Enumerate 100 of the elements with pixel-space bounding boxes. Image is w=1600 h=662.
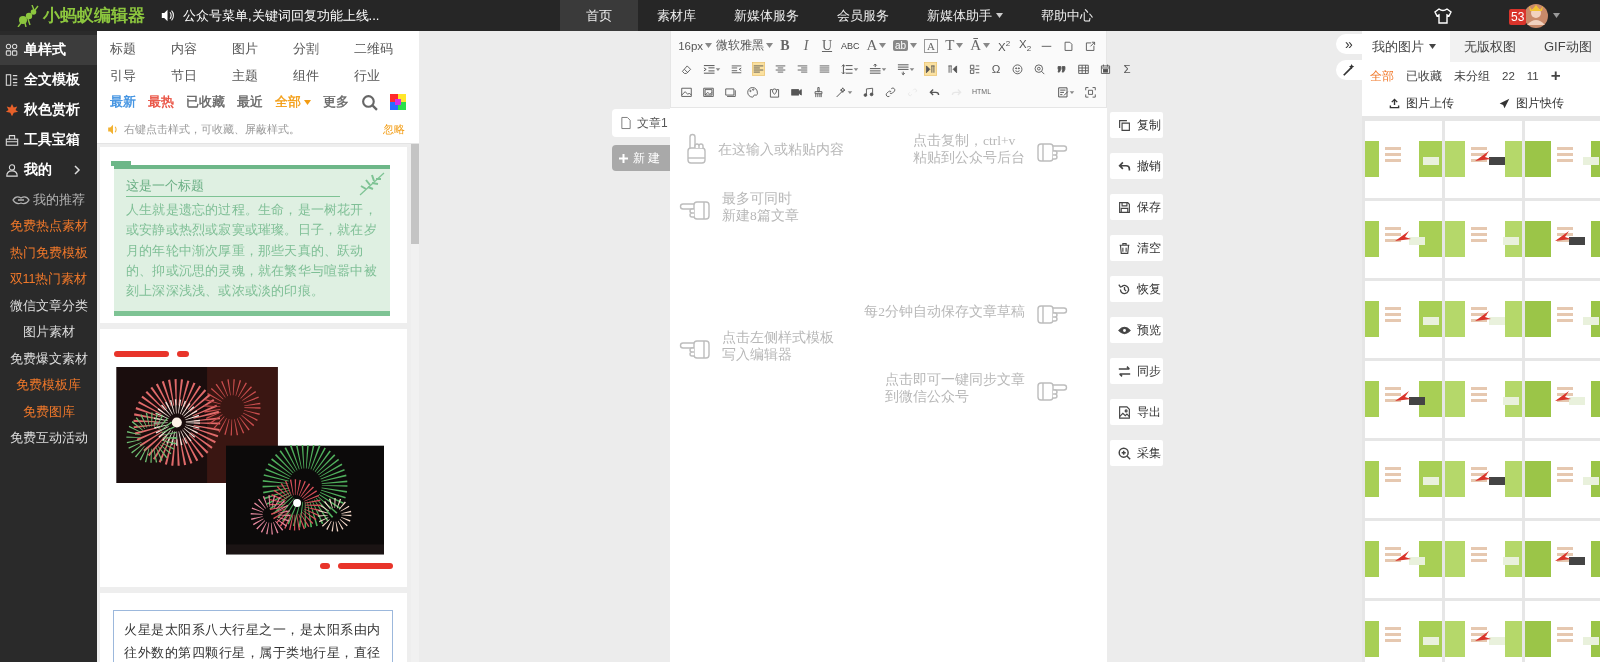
nav-item[interactable]: 新媒体助手 [908,0,1022,31]
dropdown[interactable]: Ā [968,35,992,56]
paper-plane-icon[interactable] [1498,97,1510,109]
image-filter[interactable]: 11 [1526,70,1539,82]
image-tab[interactable]: 我的图片 [1362,31,1450,62]
style-card[interactable] [100,329,407,587]
filter-tab[interactable]: 最近 [237,93,263,111]
sidebar-link[interactable]: 免费爆文素材 [9,346,88,373]
action-button[interactable]: 恢复 [1110,276,1163,302]
image-filter[interactable]: + [1550,66,1561,86]
nav-item[interactable]: 帮助中心 [1022,0,1112,31]
format-toggle[interactable]: X$_{2}$ [1016,35,1034,56]
expand-button[interactable]: » [1336,34,1362,54]
action-button[interactable]: 撤销 [1110,153,1163,179]
swap-arrows-icon[interactable] [1118,364,1131,378]
sidebar-item[interactable]: 工具宝箱 [0,125,97,155]
nav-item[interactable]: 会员服务 [818,0,908,31]
sidebar-link[interactable]: 热门免费模板 [9,240,88,267]
image-tab[interactable]: GIF动图 [1530,31,1600,62]
category-tab[interactable]: 内容 [168,36,229,61]
upload-icon[interactable] [1388,97,1400,109]
format-toggle[interactable]: I [797,35,815,56]
sidebar-link[interactable]: 我的推荐 [12,187,85,214]
ant-logo-icon[interactable] [16,4,40,27]
nav-item[interactable]: 素材库 [638,0,715,31]
dropdown[interactable]: A [864,35,889,56]
zoom-in-icon[interactable] [1118,446,1131,460]
category-tab[interactable]: 二维码 [351,36,412,61]
category-tab[interactable]: 图片 [229,36,290,61]
upload-button[interactable]: 图片快传 [1498,95,1564,111]
sidebar-link[interactable]: 双11热门素材 [9,266,88,293]
sidebar-link[interactable]: 免费互动活动 [9,425,88,452]
document-icon[interactable] [620,116,632,130]
copy-icon[interactable] [1118,118,1131,132]
sidebar-link[interactable]: 免费模板库 [16,372,81,399]
search-icon[interactable] [361,93,378,111]
nav-item[interactable]: 首页 [560,0,638,31]
format-toggle[interactable]: Σ [1118,58,1136,79]
color-palette-icon[interactable] [390,94,406,110]
image-filter[interactable]: 已收藏 [1406,68,1442,84]
format-toggle[interactable]: B [776,35,794,56]
speaker-icon[interactable] [160,9,175,22]
dropdown[interactable]: 微软雅黑 [716,35,773,56]
category-tab[interactable]: 主题 [229,63,290,88]
filter-tab[interactable]: 更多 [323,93,349,111]
image-export-icon[interactable] [1118,405,1131,419]
avatar-icon[interactable] [1523,2,1549,29]
magic-wand-icon[interactable] [1342,63,1356,77]
category-tab[interactable]: 分割 [290,36,351,61]
filter-tab[interactable]: 最热 [148,93,174,111]
action-button[interactable]: 清空 [1110,235,1163,261]
shirt-icon[interactable] [1433,6,1453,25]
sidebar-item[interactable]: 全文模板 [0,65,97,95]
caret-icon[interactable] [1553,13,1560,18]
chevron-right-icon[interactable] [73,165,81,175]
category-tab[interactable]: 引导 [107,63,168,88]
style-card[interactable]: 火星是太阳系八大行星之一，是太阳系由内往外数的第四颗行星，属于类地行星，直径 [100,593,407,662]
sidebar-link[interactable]: 微信文章分类 [9,293,88,320]
grid-icon[interactable] [5,43,19,57]
sidebar-item[interactable]: 秋色赏析 [0,95,97,125]
magic-wand-button[interactable] [1336,60,1362,80]
filter-tab[interactable]: 已收藏 [186,93,225,111]
caret-icon[interactable] [1429,44,1436,49]
action-button[interactable]: 采集 [1110,440,1163,466]
dropdown[interactable]: T [943,35,966,56]
sidebar-link[interactable]: 免费热点素材 [9,213,88,240]
image-filter[interactable]: 22 [1502,70,1515,82]
user-icon[interactable] [5,163,19,177]
announcement-text[interactable]: 公众号菜单,关键词回复功能上线... [183,6,380,25]
image-tab[interactable]: 无版权图 [1450,31,1530,62]
plus-icon[interactable] [619,153,628,163]
handshake-icon[interactable] [12,194,30,207]
format-toggle[interactable]: U [818,35,836,56]
format-toggle[interactable]: Ω [987,58,1005,79]
category-tab[interactable]: 行业 [351,63,412,88]
maple-leaf-icon[interactable] [5,103,19,117]
dropdown[interactable]: ab [891,35,919,56]
undo-icon[interactable] [1118,159,1131,173]
document-tab[interactable]: 文章1 [612,109,670,137]
template-icon[interactable] [5,73,19,87]
format-toggle[interactable]: X$^{2}$ [995,35,1013,56]
trash-icon[interactable] [1118,241,1131,255]
action-button[interactable]: 预览 [1110,317,1163,343]
action-button[interactable]: 复制 [1110,112,1163,138]
sidebar-link[interactable]: 图片素材 [22,319,75,346]
image-filter[interactable]: 未分组 [1454,68,1490,84]
caret-icon[interactable] [996,13,1003,18]
filter-tab[interactable]: 最新 [110,93,136,111]
upload-button[interactable]: 图片上传 [1388,95,1454,111]
toolbox-icon[interactable] [5,133,19,147]
scrollbar-thumb[interactable] [411,144,419,244]
restore-icon[interactable] [1118,282,1131,296]
sidebar-link[interactable]: 免费图库 [22,399,75,426]
save-icon[interactable] [1118,200,1131,214]
action-button[interactable]: 同步 [1110,358,1163,384]
format-toggle[interactable]: ABC [839,35,862,56]
action-button[interactable]: 导出 [1110,399,1163,425]
category-tab[interactable]: 组件 [290,63,351,88]
sidebar-item[interactable]: 单样式 [0,35,97,65]
action-button[interactable]: 保存 [1110,194,1163,220]
